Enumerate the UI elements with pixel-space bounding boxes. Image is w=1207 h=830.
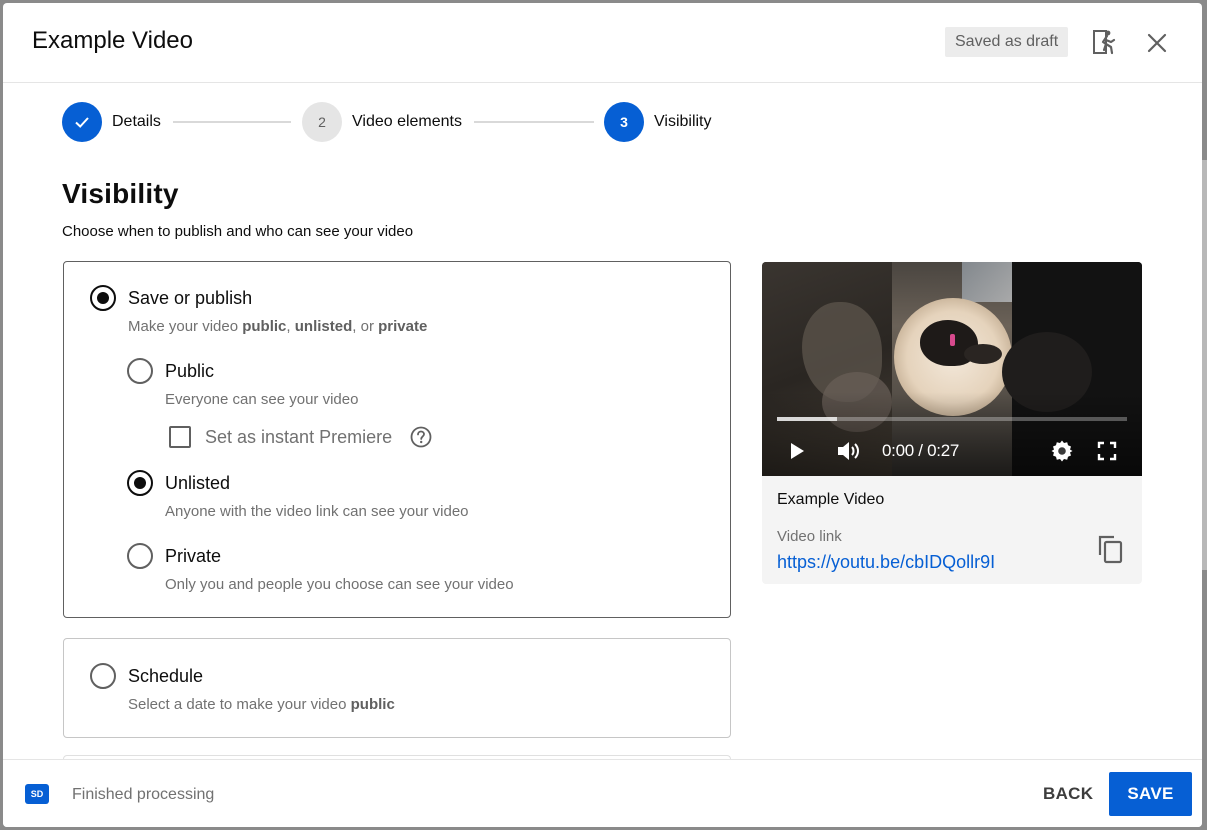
public-desc: Everyone can see your video (165, 391, 359, 408)
step-visibility-label[interactable]: Visibility (654, 113, 712, 131)
video-link[interactable]: https://youtu.be/cbIDQollr9I (777, 552, 995, 573)
public-radio[interactable] (127, 358, 153, 384)
instant-premiere-label[interactable]: Set as instant Premiere (205, 427, 392, 448)
save-or-publish-label: Save or publish (128, 288, 253, 308)
step-visibility-circle[interactable]: 3 (604, 102, 644, 142)
play-icon[interactable] (784, 438, 810, 464)
feedback-icon[interactable] (1090, 25, 1120, 61)
private-radio[interactable] (127, 543, 153, 569)
dialog-title: Example Video (32, 27, 193, 54)
save-or-publish-radio[interactable] (90, 285, 116, 311)
stepper: Details 2 Video elements 3 Visibility (61, 102, 761, 144)
step-video-elements-circle[interactable]: 2 (302, 102, 342, 142)
schedule-card[interactable]: Schedule Select a date to make your vide… (63, 638, 731, 738)
instant-premiere-checkbox[interactable] (169, 426, 191, 448)
video-player[interactable]: 0:00 / 0:27 (762, 262, 1142, 476)
upload-dialog: Example Video Saved as draft Details 2 V… (3, 3, 1202, 827)
schedule-label: Schedule (128, 666, 204, 686)
step-video-elements-label[interactable]: Video elements (352, 113, 462, 131)
visibility-subtitle: Choose when to publish and who can see y… (62, 223, 414, 240)
step-connector (474, 121, 594, 123)
video-link-label: Video link (777, 528, 842, 545)
schedule-radio[interactable] (90, 663, 116, 689)
video-controls-shade (762, 392, 1142, 476)
step-details-label[interactable]: Details (112, 113, 161, 131)
unlisted-label[interactable]: Unlisted (165, 473, 230, 494)
video-preview-panel: 0:00 / 0:27 Example Video Video link htt… (762, 262, 1142, 584)
dialog-header: Example Video Saved as draft (3, 3, 1202, 83)
fullscreen-icon[interactable] (1094, 438, 1120, 464)
back-button[interactable]: BACK (1029, 772, 1107, 816)
private-desc: Only you and people you choose can see y… (165, 576, 514, 593)
step-connector (173, 121, 291, 123)
save-button[interactable]: SAVE (1109, 772, 1192, 816)
schedule-desc: Select a date to make your video public (128, 696, 395, 713)
copy-icon[interactable] (1096, 533, 1126, 565)
unlisted-desc: Anyone with the video link can see your … (165, 503, 469, 520)
private-label[interactable]: Private (165, 546, 221, 567)
video-time-display: 0:00 / 0:27 (882, 441, 960, 460)
save-or-publish-desc: Make your video public, unlisted, or pri… (128, 318, 428, 335)
unlisted-radio[interactable] (127, 470, 153, 496)
close-icon[interactable] (1142, 25, 1172, 61)
preview-video-title: Example Video (777, 491, 885, 508)
dialog-footer: SD Finished processing BACK SAVE (3, 759, 1202, 827)
visibility-heading: Visibility (62, 178, 179, 209)
video-progress-bar[interactable] (777, 417, 1127, 421)
help-icon[interactable] (410, 426, 432, 448)
public-label[interactable]: Public (165, 361, 214, 382)
settings-icon[interactable] (1049, 438, 1075, 464)
check-icon (75, 117, 89, 128)
processing-status: Finished processing (72, 786, 215, 803)
save-or-publish-card[interactable]: Save or publish Make your video public, … (63, 261, 731, 618)
sd-quality-badge: SD (25, 784, 49, 804)
volume-icon[interactable] (836, 438, 862, 464)
draft-status-badge: Saved as draft (945, 27, 1069, 57)
video-progress-fill (777, 417, 837, 421)
step-details-circle[interactable] (62, 102, 102, 142)
